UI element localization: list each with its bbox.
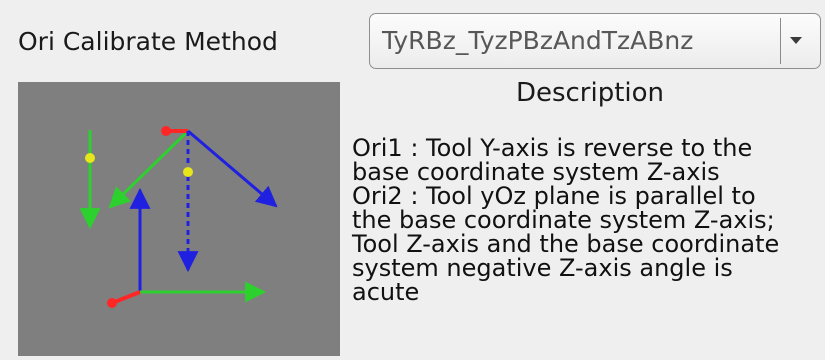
description-text: Ori1 : Tool Y-axis is reverse to the bas… (352, 136, 824, 304)
coordinate-diagram (79, 126, 278, 308)
description-title: Description (515, 78, 665, 108)
description-line: acute (352, 278, 420, 306)
method-value: TyRBz_TyzPBzAndTzABnz (382, 26, 694, 55)
chevron-down-icon (790, 37, 802, 44)
midpoint-marker (85, 153, 95, 163)
description-line: base coordinate system Z-axis (352, 158, 720, 186)
tool-coordinate-frame (108, 126, 278, 273)
tool-y-axis (108, 129, 190, 209)
description-line: Tool Z-axis and the base coordinate (352, 230, 780, 258)
base-coordinate-frame (107, 187, 267, 308)
method-label: Ori Calibrate Method (18, 27, 278, 56)
dashed-axis-marker (183, 167, 193, 177)
description-line: Ori1 : Tool Y-axis is reverse to the (352, 134, 753, 162)
description-line: Ori2 : Tool yOz plane is parallel to (352, 182, 756, 210)
method-select[interactable]: TyRBz_TyzPBzAndTzABnz (369, 13, 821, 69)
base-x-endpoint (107, 298, 117, 308)
tool-z-axis (187, 129, 278, 208)
description-line: the base coordinate system Z-axis; (352, 206, 775, 234)
select-divider (780, 18, 781, 64)
left-y-axis-arrow (79, 130, 101, 230)
orientation-diagram (18, 82, 340, 356)
tool-x-endpoint (161, 126, 171, 136)
description-line: system negative Z-axis angle is (352, 254, 733, 282)
